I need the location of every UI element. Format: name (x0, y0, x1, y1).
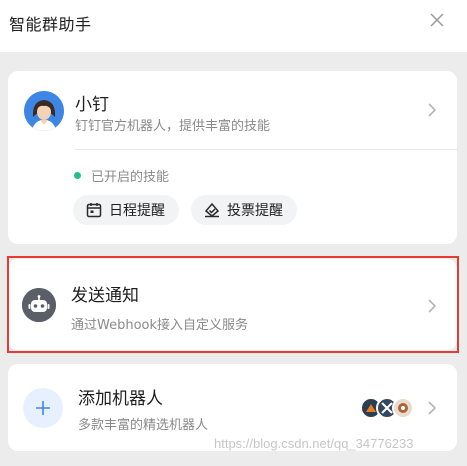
watermark-text: https://blog.csdn.net/qq_34776233 (214, 436, 414, 451)
skills-status-label: 已开启的技能 (91, 170, 170, 185)
add-robot-description: 多款丰富的精选机器人 (78, 418, 209, 433)
skill-chip-label: 投票提醒 (227, 203, 283, 219)
notify-description: 通过Webhook接入自定义服务 (71, 318, 249, 333)
dialog-body: 小钉 钉钉官方机器人，提供丰富的技能 已开启的技能 日程提醒 投票提醒 发送通知… (0, 52, 467, 466)
bot-card-xiaoding[interactable]: 小钉 钉钉官方机器人，提供丰富的技能 已开启的技能 日程提醒 投票提醒 (8, 71, 457, 244)
dialog-title: 智能群助手 (9, 15, 92, 34)
plus-icon[interactable] (23, 388, 63, 428)
bot-avatar (24, 91, 64, 131)
skill-chip-schedule[interactable]: 日程提醒 (73, 195, 179, 225)
robot-icon (22, 288, 56, 322)
skill-chip-vote[interactable]: 投票提醒 (191, 195, 297, 225)
chevron-right-icon[interactable] (426, 400, 438, 416)
robot-avatar-3 (392, 397, 414, 419)
bot-description: 钉钉官方机器人，提供丰富的技能 (75, 119, 271, 134)
notify-title: 发送通知 (71, 286, 139, 306)
dialog-header: 智能群助手 (0, 0, 467, 52)
skill-chip-label: 日程提醒 (109, 203, 165, 219)
add-robot-title: 添加机器人 (78, 389, 163, 409)
notify-card-webhook[interactable]: 发送通知 通过Webhook接入自定义服务 (8, 259, 457, 350)
chevron-right-icon[interactable] (426, 298, 438, 314)
calendar-icon (85, 201, 103, 219)
vote-icon (203, 201, 221, 219)
chevron-right-icon[interactable] (426, 102, 438, 118)
divider (75, 149, 457, 150)
close-icon[interactable] (427, 10, 447, 30)
status-dot (74, 172, 81, 179)
bot-name: 小钉 (75, 95, 109, 115)
